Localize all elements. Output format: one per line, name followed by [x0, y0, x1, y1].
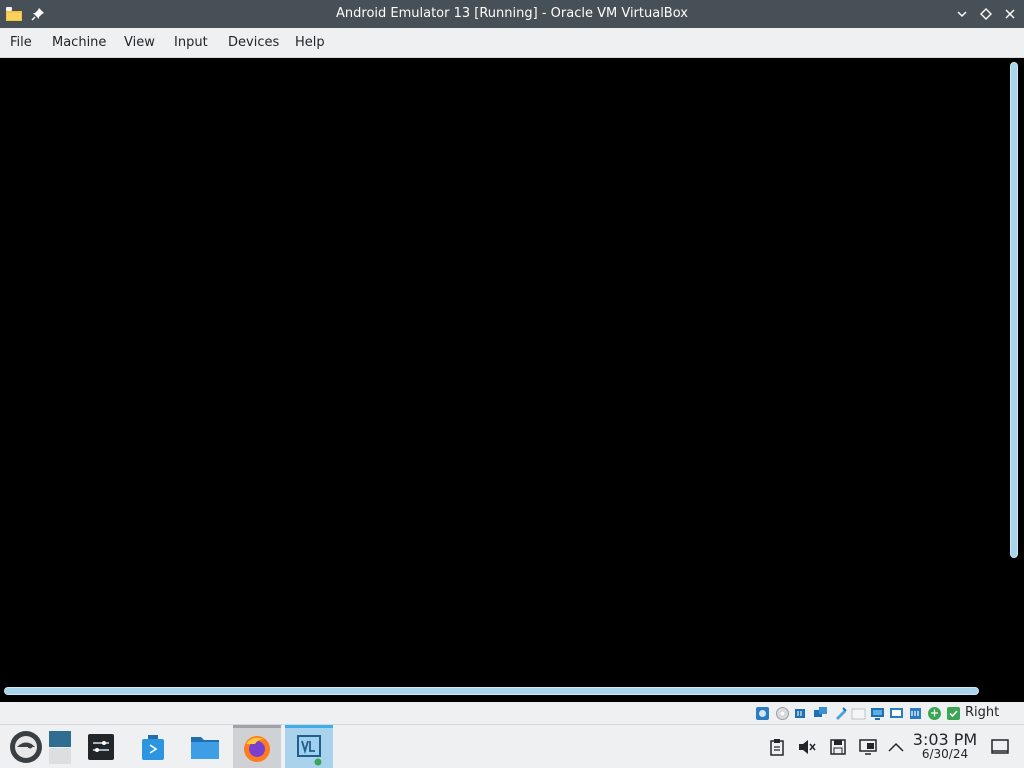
recording-icon[interactable] [889, 706, 904, 721]
usb-icon[interactable] [833, 706, 848, 721]
menu-input[interactable]: Input [174, 28, 208, 58]
discover-icon[interactable] [129, 725, 177, 768]
show-desktop-icon[interactable] [990, 737, 1010, 757]
clock-date[interactable]: 6/30/24 [910, 747, 980, 761]
clipboard-icon[interactable] [767, 737, 787, 757]
cpu-icon[interactable] [908, 706, 923, 721]
window-titlebar[interactable]: Android Emulator 13 [Running] - Oracle V… [0, 0, 1024, 28]
mouse-integration-icon[interactable] [927, 706, 942, 721]
menu-help[interactable]: Help [295, 28, 325, 58]
file-manager-icon[interactable] [181, 725, 229, 768]
firefox-icon[interactable] [233, 725, 281, 768]
network-icon[interactable] [858, 737, 878, 757]
audio-icon[interactable] [793, 706, 808, 721]
hard-disk-icon[interactable] [755, 706, 770, 721]
maximize-icon[interactable] [978, 6, 994, 22]
vm-status-bar: Right Ctrl [0, 702, 1024, 742]
host-key-label: Right Ctrl [965, 705, 1000, 742]
display-icon[interactable] [870, 706, 885, 721]
menu-machine[interactable]: Machine [52, 28, 106, 58]
minimize-icon[interactable] [954, 6, 970, 22]
window-title: Android Emulator 13 [Running] - Oracle V… [336, 6, 688, 21]
menu-file[interactable]: File [10, 28, 32, 58]
volume-muted-icon[interactable] [797, 737, 817, 757]
taskbar [0, 724, 1024, 768]
menu-view[interactable]: View [124, 28, 155, 58]
network-icon[interactable] [813, 706, 828, 721]
vertical-scrollbar[interactable] [1010, 62, 1018, 558]
save-icon[interactable] [828, 737, 848, 757]
horizontal-scrollbar[interactable] [4, 687, 979, 695]
close-icon[interactable] [1002, 6, 1018, 22]
optical-drive-icon[interactable] [775, 706, 790, 721]
keyboard-icon[interactable] [946, 706, 961, 721]
show-hidden-icon[interactable] [886, 737, 906, 757]
virtualbox-icon[interactable] [285, 725, 333, 768]
settings-icon[interactable] [77, 725, 125, 768]
menu-devices[interactable]: Devices [228, 28, 279, 58]
vm-display[interactable] [0, 58, 1024, 702]
menu-bar: File Machine View Input Devices Help [0, 28, 1024, 58]
shared-folders-icon[interactable] [851, 706, 866, 721]
